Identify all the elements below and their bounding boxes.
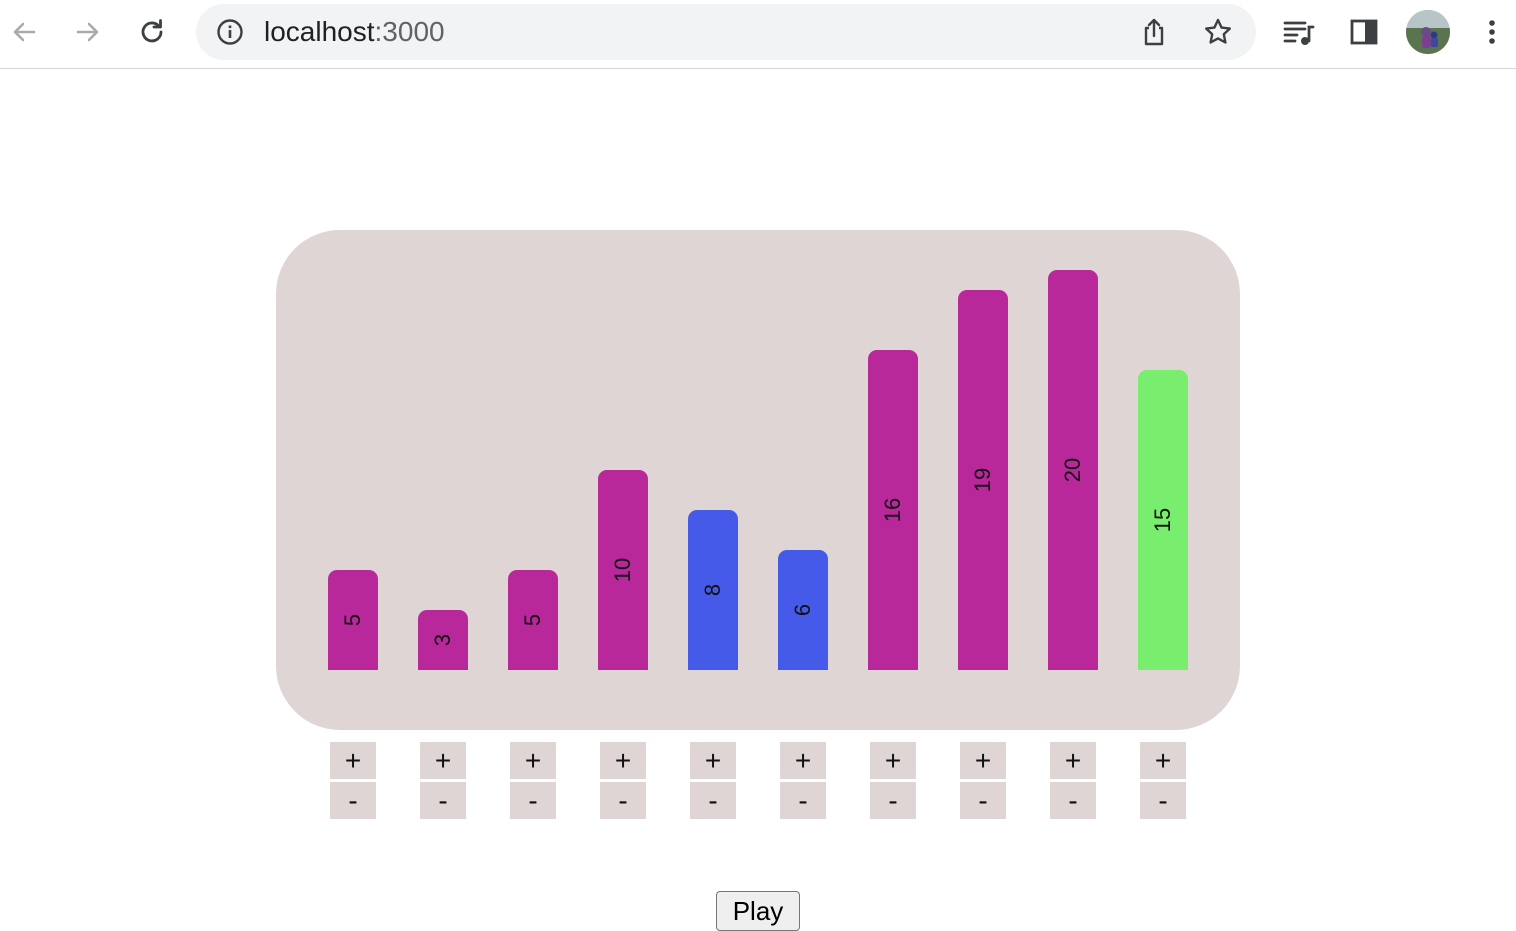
bar-value-label: 19 bbox=[969, 467, 995, 493]
bar-value-label: 5 bbox=[520, 613, 545, 627]
media-controls-button[interactable] bbox=[1280, 14, 1316, 50]
bar-value-label: 16 bbox=[879, 497, 905, 523]
increment-button-4[interactable]: + bbox=[600, 742, 646, 779]
bar-4: 10 bbox=[598, 470, 648, 670]
decrement-button-2[interactable]: - bbox=[420, 782, 466, 819]
arrow-left-icon bbox=[13, 22, 36, 42]
decrement-button-1[interactable]: - bbox=[330, 782, 376, 819]
decrement-button-8[interactable]: - bbox=[960, 782, 1006, 819]
bar-2: 3 bbox=[418, 610, 468, 670]
arrow-right-icon bbox=[76, 22, 99, 42]
increment-button-7[interactable]: + bbox=[870, 742, 916, 779]
bar-5: 8 bbox=[688, 510, 738, 670]
bar-value-label: 10 bbox=[609, 557, 635, 583]
side-panel-button[interactable] bbox=[1346, 14, 1382, 50]
decrement-button-10[interactable]: - bbox=[1140, 782, 1186, 819]
url-host: localhost bbox=[264, 16, 375, 47]
bar-value-label: 20 bbox=[1059, 457, 1085, 483]
profile-avatar[interactable] bbox=[1406, 10, 1450, 54]
increment-button-8[interactable]: + bbox=[960, 742, 1006, 779]
bar-7: 16 bbox=[868, 350, 918, 670]
bar-3: 5 bbox=[508, 570, 558, 670]
bar-value-label: 5 bbox=[340, 613, 365, 627]
play-button[interactable]: Play bbox=[716, 891, 800, 931]
bar-value-label: 8 bbox=[700, 583, 725, 597]
bar-10: 15 bbox=[1138, 370, 1188, 670]
bar-6: 6 bbox=[778, 550, 828, 670]
increment-button-5[interactable]: + bbox=[690, 742, 736, 779]
increment-button-10[interactable]: + bbox=[1140, 742, 1186, 779]
increment-button-9[interactable]: + bbox=[1050, 742, 1096, 779]
playlist-music-icon bbox=[1283, 21, 1315, 45]
bookmark-star-icon[interactable] bbox=[1202, 16, 1234, 48]
bar-value-label: 6 bbox=[790, 603, 815, 617]
forward-button[interactable] bbox=[70, 14, 106, 50]
url-text[interactable]: localhost:3000 bbox=[264, 17, 445, 47]
more-vertical-icon bbox=[1489, 20, 1495, 44]
address-bar[interactable]: localhost:3000 bbox=[196, 4, 1256, 60]
bar-9: 20 bbox=[1048, 270, 1098, 670]
reload-button[interactable] bbox=[134, 14, 170, 50]
increment-button-3[interactable]: + bbox=[510, 742, 556, 779]
bar-value-label: 15 bbox=[1149, 507, 1175, 533]
decrement-button-7[interactable]: - bbox=[870, 782, 916, 819]
increment-button-6[interactable]: + bbox=[780, 742, 826, 779]
reload-icon bbox=[141, 19, 163, 43]
decrement-button-4[interactable]: - bbox=[600, 782, 646, 819]
decrement-button-9[interactable]: - bbox=[1050, 782, 1096, 819]
decrement-button-5[interactable]: - bbox=[690, 782, 736, 819]
browser-toolbar: localhost:3000 bbox=[0, 0, 1516, 69]
side-panel-icon bbox=[1350, 19, 1378, 45]
info-icon[interactable] bbox=[216, 18, 244, 46]
increment-button-1[interactable]: + bbox=[330, 742, 376, 779]
bar-value-label: 3 bbox=[430, 633, 455, 647]
decrement-button-3[interactable]: - bbox=[510, 782, 556, 819]
decrement-button-6[interactable]: - bbox=[780, 782, 826, 819]
share-icon[interactable] bbox=[1138, 16, 1170, 48]
url-port: :3000 bbox=[374, 16, 445, 47]
increment-button-2[interactable]: + bbox=[420, 742, 466, 779]
bar-1: 5 bbox=[328, 570, 378, 670]
browser-menu-button[interactable] bbox=[1474, 14, 1510, 50]
bar-8: 19 bbox=[958, 290, 1008, 670]
avatar-photo-icon bbox=[1406, 10, 1450, 54]
back-button[interactable] bbox=[6, 14, 42, 50]
